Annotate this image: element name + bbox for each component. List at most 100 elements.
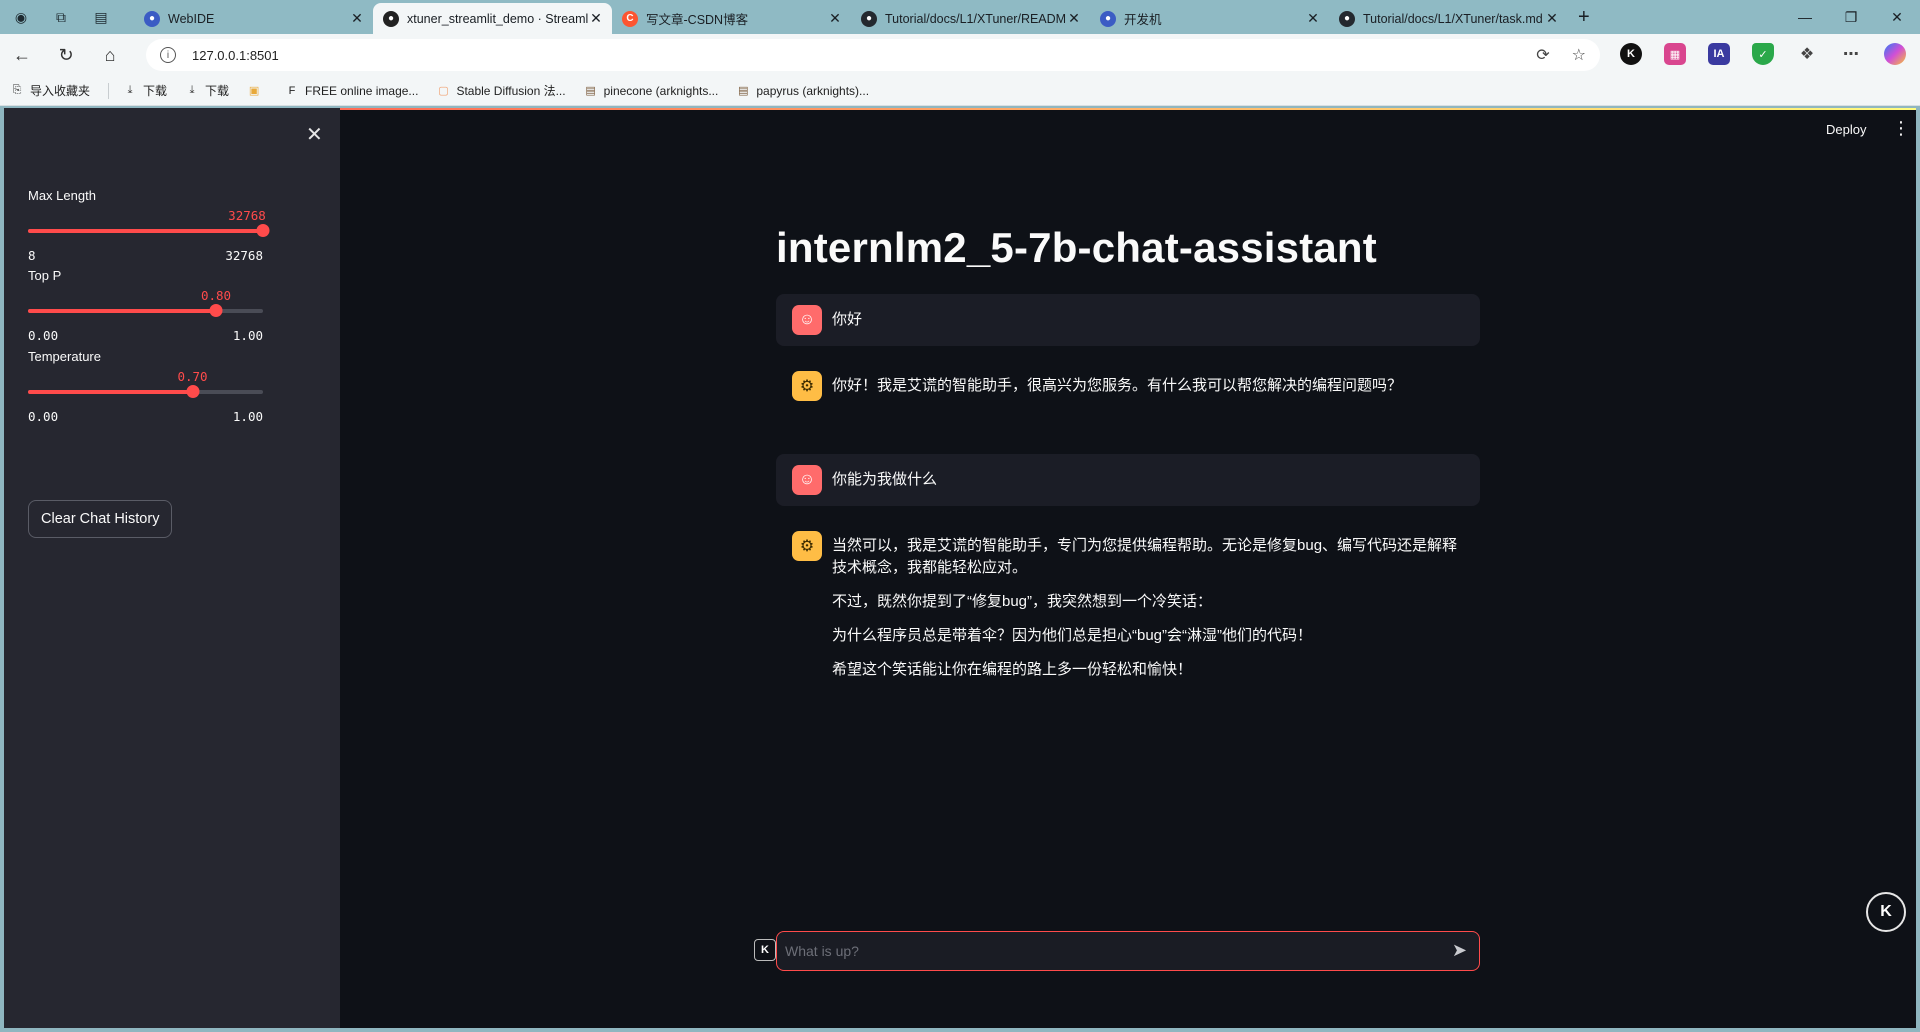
tab-close-icon[interactable]: ✕ <box>827 10 843 27</box>
bookmark-item[interactable]: ⤓ 下载 <box>185 82 229 99</box>
bookmark-item[interactable]: F FREE online image... <box>285 83 419 98</box>
fa-icon: F <box>288 84 296 97</box>
user-avatar-icon: ☺ <box>792 305 822 335</box>
slider-label: Temperature <box>28 349 101 364</box>
site-info-icon[interactable]: i <box>160 47 176 63</box>
slider-min: 0.00 <box>28 328 59 343</box>
restore-icon[interactable]: ❐ <box>1828 0 1874 34</box>
kimi-inline-icon[interactable]: K <box>754 939 776 961</box>
tab-close-icon[interactable]: ✕ <box>1305 10 1321 27</box>
streamlit-app: ✕ Max Length 32768 8 32768 Top P 0.80 0.00 1.00… <box>4 108 1916 1028</box>
bookmark-item[interactable]: ▤ pinecone (arknights... <box>584 84 718 98</box>
new-tab-button[interactable]: + <box>1578 6 1590 29</box>
bookmark-label: FREE online image... <box>305 83 419 98</box>
slider-value: 0.70 <box>177 369 208 384</box>
extension-icons: K ▦ IA ✓ ❖ ⋯ <box>1620 43 1906 65</box>
tab-title[interactable]: xtuner_streamlit_demo · Streamlit <box>407 12 588 26</box>
extensions-puzzle-icon[interactable]: ❖ <box>1796 43 1818 65</box>
favorite-star-icon[interactable]: ☆ <box>1572 45 1586 65</box>
browser-tab[interactable]: ● 开发机 ✕ <box>1090 3 1329 34</box>
message-paragraph: 你好！我是艾谎的智能助手，很高兴为您服务。有什么我可以帮您解决的编程问题吗？ <box>832 377 1403 394</box>
message-paragraph: 你能为我做什么 <box>832 471 938 488</box>
home-icon[interactable]: ⌂ <box>88 45 132 66</box>
message-text: 当然可以，我是艾谎的智能助手，专门为您提供编程帮助。无论是修复bug、编写代码还… <box>832 535 1466 693</box>
kimi-extension-icon[interactable]: K <box>1620 43 1642 65</box>
address-bar-actions: ⟳ ☆ <box>1536 45 1586 65</box>
tab-strip: ● WebIDE ✕ ● xtuner_streamlit_demo · Streaml… <box>134 3 1568 34</box>
more-options-icon[interactable]: ⋯ <box>1840 43 1862 65</box>
browser-tab[interactable]: ● xtuner_streamlit_demo · Streamlit ✕ <box>373 3 612 34</box>
bookmark-item[interactable]: ▣ <box>247 84 267 98</box>
user-message: ☺ 你好 <box>776 294 1480 346</box>
bookmark-item[interactable]: ▤ papyrus (arknights)... <box>736 84 869 98</box>
tab-close-icon[interactable]: ✕ <box>588 10 604 27</box>
minimize-icon[interactable]: — <box>1782 0 1828 34</box>
tab-title[interactable]: Tutorial/docs/L1/XTuner/task.md <box>1363 12 1544 26</box>
bookmark-item[interactable]: ⎘ 导入收藏夹 <box>10 82 90 99</box>
bookmark-label: 下载 <box>143 84 168 98</box>
slider-temperature[interactable]: Temperature 0.70 0.00 1.00 <box>28 349 263 424</box>
browser-tab[interactable]: ● Tutorial/docs/L1/XTuner/task.md ✕ <box>1329 3 1568 34</box>
bookmark-label: Stable Diffusion 法... <box>456 84 566 98</box>
tabbar-left-controls: ◉ ⧉ ▤ <box>0 6 134 28</box>
tab-title[interactable]: 写文章-CSDN博客 <box>646 9 827 28</box>
chat-input-container: ➤ <box>776 931 1480 971</box>
import-icon: ⎘ <box>12 84 22 96</box>
translate-icon[interactable]: ⟳ <box>1536 45 1549 65</box>
tab-close-icon[interactable]: ✕ <box>1066 10 1082 27</box>
url-text[interactable]: 127.0.0.1:8501 <box>192 48 279 63</box>
sidebar: ✕ Max Length 32768 8 32768 Top P 0.80 0.00 1.00… <box>4 108 340 1028</box>
slider-fill <box>28 390 193 394</box>
slider-top-p[interactable]: Top P 0.80 0.00 1.00 <box>28 268 263 343</box>
kimi-floating-button[interactable]: K <box>1866 892 1906 932</box>
address-bar[interactable]: i 127.0.0.1:8501 ⟳ ☆ <box>146 39 1600 71</box>
browser-tab[interactable]: C 写文章-CSDN博客 ✕ <box>612 3 851 34</box>
back-icon[interactable]: ← <box>0 45 44 66</box>
bookmark-item[interactable]: ⤓ 下载 <box>123 82 167 99</box>
chat-input[interactable] <box>785 939 1425 963</box>
browser-tab[interactable]: ● WebIDE ✕ <box>134 3 373 34</box>
main-menu-icon[interactable]: ⋮ <box>1892 118 1910 139</box>
download-icon: ⤓ <box>127 84 133 96</box>
tab-title[interactable]: 开发机 <box>1124 9 1305 28</box>
slider-track[interactable] <box>28 224 270 237</box>
slider-track[interactable] <box>28 385 263 398</box>
slider-thumb[interactable] <box>186 385 199 398</box>
slider-track[interactable] <box>28 304 263 317</box>
bookmark-label: 导入收藏夹 <box>30 84 91 98</box>
slider-fill <box>28 309 216 313</box>
message-paragraph: 希望这个笑话能让你在编程的路上多一份轻松和愉快！ <box>832 661 1193 678</box>
ia-extension-icon[interactable]: IA <box>1708 43 1730 65</box>
send-icon[interactable]: ➤ <box>1452 940 1467 961</box>
message-text: 你好 <box>832 309 1466 343</box>
tab-close-icon[interactable]: ✕ <box>349 10 365 27</box>
workspaces-icon[interactable]: ⧉ <box>50 6 72 28</box>
bookmark-item[interactable]: ▢ Stable Diffusion 法... <box>436 82 565 99</box>
tab-close-icon[interactable]: ✕ <box>1544 10 1560 27</box>
copilot-icon[interactable] <box>1884 43 1906 65</box>
clear-chat-history-button[interactable]: Clear Chat History <box>28 500 173 538</box>
shield-extension-icon[interactable]: ✓ <box>1752 43 1774 65</box>
assistant-avatar-icon: ⚙ <box>792 371 822 401</box>
deploy-button[interactable]: Deploy <box>1826 122 1866 137</box>
slider-label: Max Length <box>28 188 96 203</box>
slider-max-length[interactable]: Max Length 32768 8 32768 <box>28 188 270 263</box>
slider-thumb[interactable] <box>256 224 270 237</box>
tab-favicon-icon: ● <box>383 10 399 27</box>
tab-favicon-icon: ● <box>1339 10 1355 27</box>
browser-tab[interactable]: ● Tutorial/docs/L1/XTuner/READMI ✕ <box>851 3 1090 34</box>
tab-title[interactable]: Tutorial/docs/L1/XTuner/READMI <box>885 12 1066 26</box>
slider-min: 8 <box>28 248 36 263</box>
assistant-message: ⚙ 你好！我是艾谎的智能助手，很高兴为您服务。有什么我可以帮您解决的编程问题吗？ <box>776 360 1480 412</box>
tab-actions-icon[interactable]: ▤ <box>90 6 112 28</box>
close-window-icon[interactable]: ✕ <box>1874 0 1920 34</box>
pink-extension-icon[interactable]: ▦ <box>1664 43 1686 65</box>
refresh-icon[interactable]: ↻ <box>44 45 88 66</box>
bookmark-label: 下载 <box>205 84 230 98</box>
message-paragraph: 为什么程序员总是带着伞？因为他们总是担心“bug”会“淋湿”他们的代码！ <box>832 627 1313 644</box>
slider-value: 32768 <box>228 208 266 223</box>
profile-avatar-icon[interactable]: ◉ <box>10 6 32 28</box>
tab-title[interactable]: WebIDE <box>168 12 349 26</box>
close-sidebar-icon[interactable]: ✕ <box>306 122 323 147</box>
slider-thumb[interactable] <box>209 304 223 317</box>
